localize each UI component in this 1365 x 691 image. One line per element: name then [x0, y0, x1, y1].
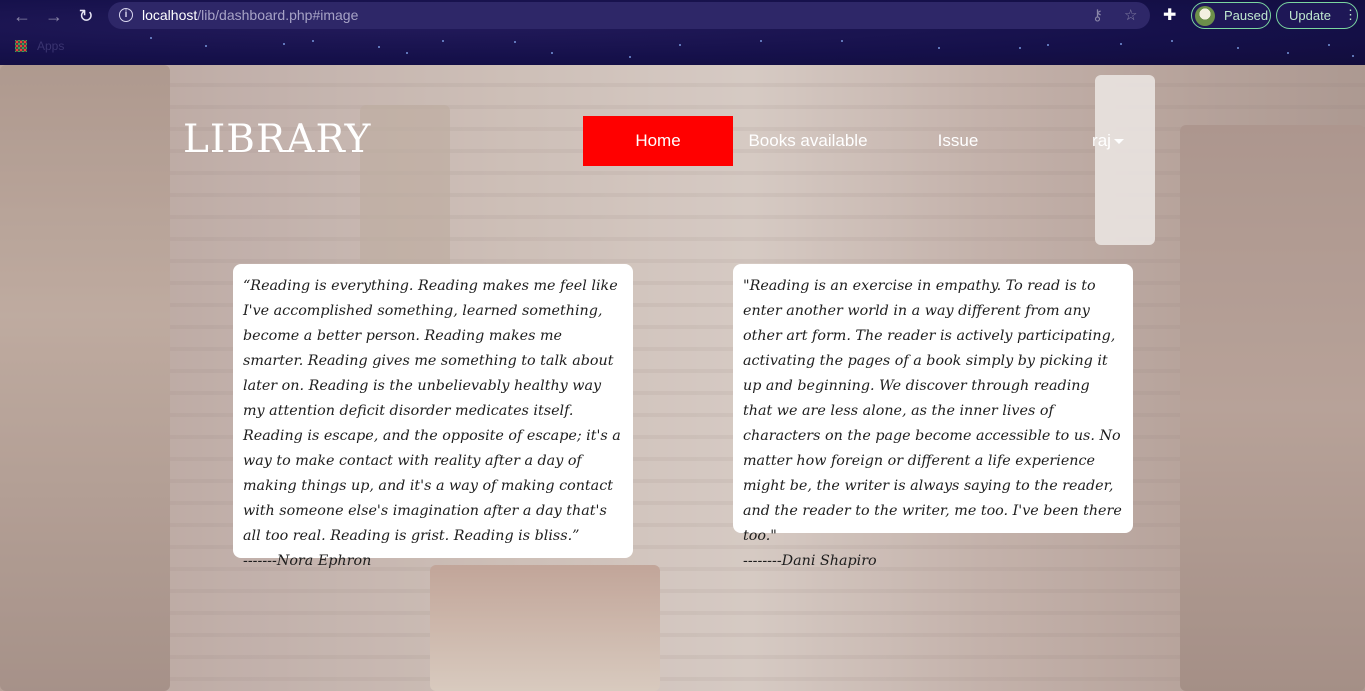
avatar — [1195, 6, 1215, 26]
update-label: Update — [1289, 8, 1331, 23]
key-icon[interactable]: ⚷ — [1092, 6, 1103, 24]
caret-down-icon — [1113, 139, 1124, 145]
quote-card: "Reading is an exercise in empathy. To r… — [733, 264, 1133, 569]
quote-card: “Reading is everything. Reading makes me… — [233, 264, 633, 569]
site-info-icon[interactable]: i — [119, 8, 133, 22]
quote-text: "Reading is an exercise in empathy. To r… — [743, 278, 1122, 544]
back-arrow-icon[interactable]: ← — [11, 5, 33, 27]
profile-status: Paused — [1224, 8, 1269, 23]
browser-toolbar: ← → ↻ i localhost/lib/dashboard.php#imag… — [0, 0, 1365, 31]
nav-home[interactable]: Home — [583, 116, 733, 166]
address-bar[interactable]: i localhost/lib/dashboard.php#image ⚷ ☆ — [108, 2, 1150, 29]
url-host: localhost — [142, 7, 198, 23]
bookmark-star-icon[interactable]: ☆ — [1124, 6, 1137, 24]
quote-author: -------Nora Ephron — [243, 553, 372, 569]
forward-arrow-icon[interactable]: → — [43, 5, 65, 27]
kebab-menu-icon[interactable]: ⋮ — [1344, 7, 1357, 23]
profile-button[interactable]: Paused — [1191, 2, 1271, 29]
site-logo[interactable]: LIBRARY — [183, 117, 371, 162]
nav-user-dropdown[interactable]: raj — [1033, 116, 1183, 166]
quote-text: “Reading is everything. Reading makes me… — [243, 278, 621, 544]
nav-books-available[interactable]: Books available — [733, 116, 883, 166]
apps-grid-icon[interactable] — [15, 40, 27, 52]
update-button[interactable]: Update ⋮ — [1276, 2, 1358, 29]
browser-chrome: ← → ↻ i localhost/lib/dashboard.php#imag… — [0, 0, 1365, 65]
reload-icon[interactable]: ↻ — [75, 5, 97, 27]
nav-user-name: raj — [1092, 131, 1111, 150]
library-dashboard-page: LIBRARY Home Books available Issue raj “… — [0, 65, 1365, 691]
bookmarks-bar: Apps — [0, 34, 200, 60]
quote-author: --------Dani Shapiro — [743, 553, 877, 569]
url-text[interactable]: localhost/lib/dashboard.php#image — [142, 7, 358, 23]
nav-issue[interactable]: Issue — [883, 116, 1033, 166]
url-path: /lib/dashboard.php#image — [197, 7, 359, 23]
extensions-puzzle-icon[interactable]: ✚ — [1163, 5, 1176, 25]
apps-bookmark[interactable]: Apps — [37, 39, 64, 53]
